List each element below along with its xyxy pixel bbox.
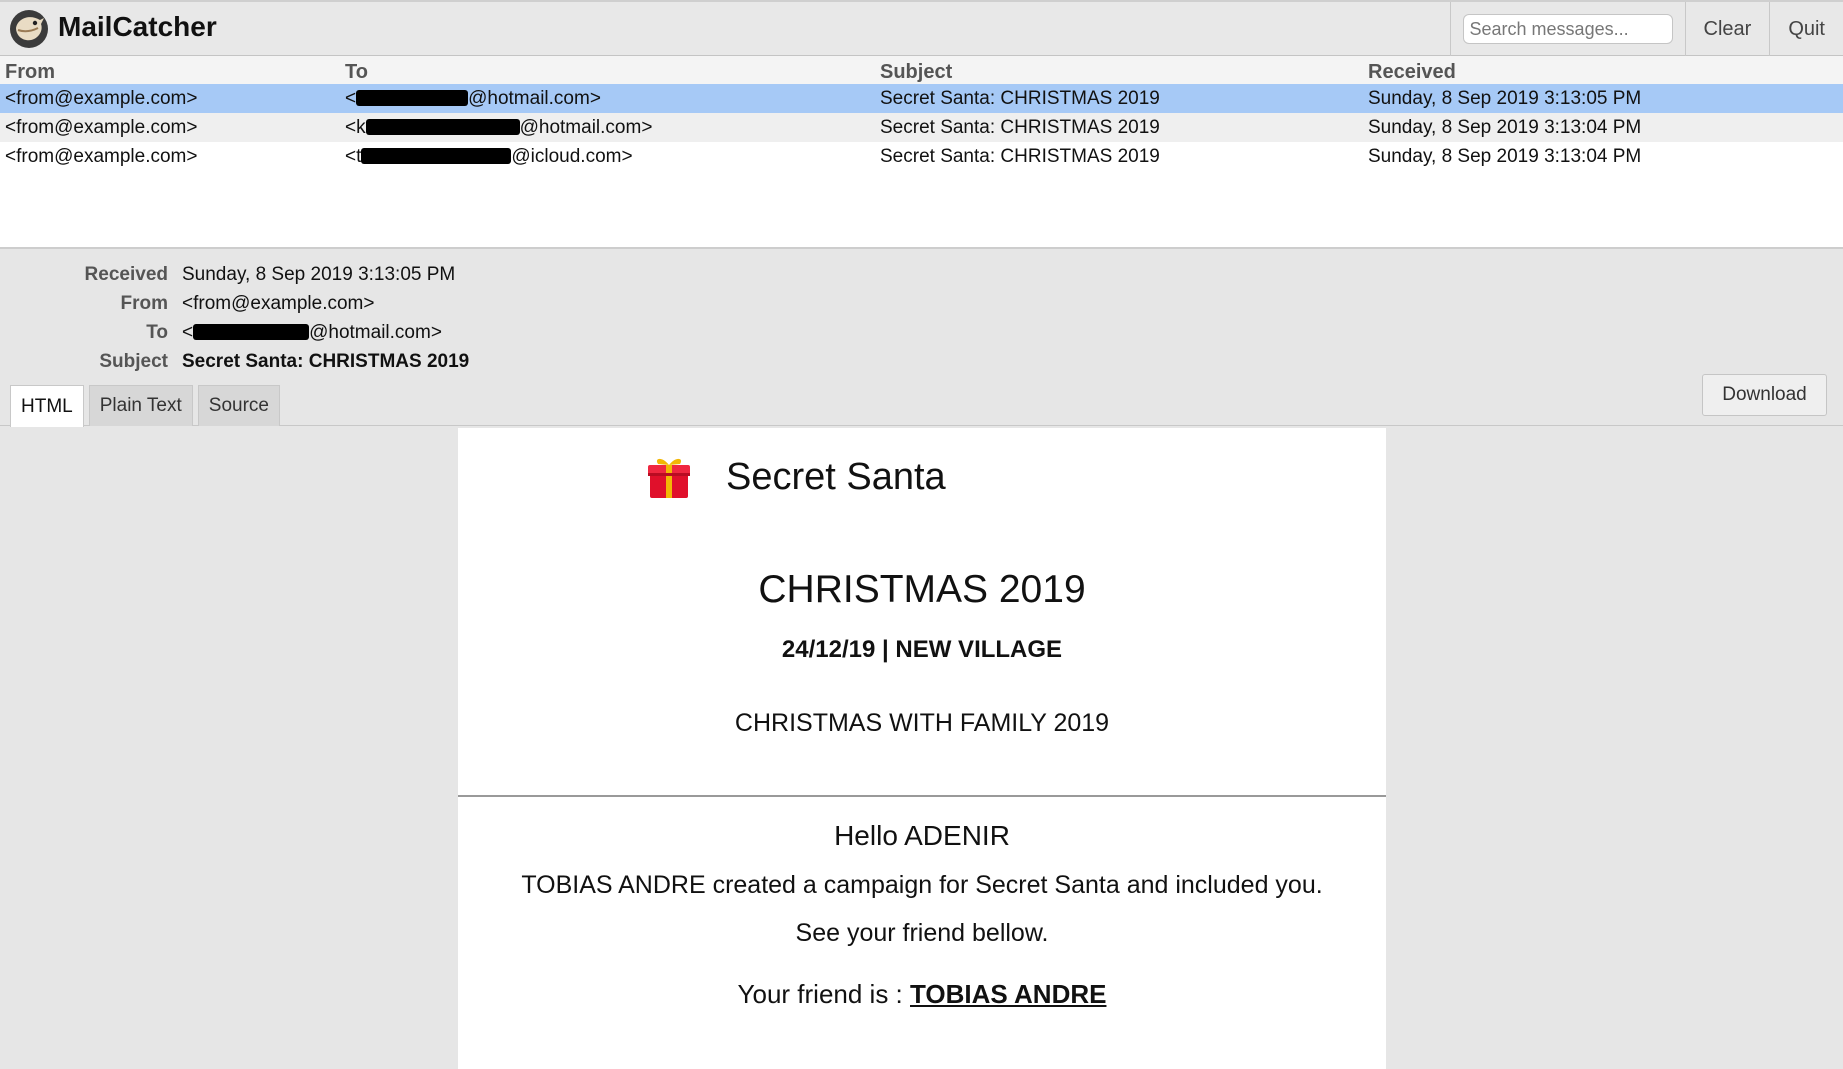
email-brand: Secret Santa <box>646 454 946 500</box>
message-from: <from@example.com> <box>5 146 198 167</box>
email-divider <box>458 795 1386 797</box>
message-to-prefix: <t <box>345 146 362 167</box>
meta-to-label: To <box>146 322 168 343</box>
message-list-header: From To Subject Received <box>0 56 1843 84</box>
column-header-subject[interactable]: Subject <box>880 61 952 84</box>
redaction-mark <box>361 148 512 164</box>
mailcatcher-logo-icon <box>10 10 48 48</box>
format-tabs: HTML Plain Text Source <box>10 385 280 427</box>
email-instruction-text: See your friend bellow. <box>795 919 1049 947</box>
meta-to-domain: @hotmail.com> <box>309 322 442 343</box>
message-to: < @hotmail.com> <box>345 88 601 110</box>
email-friend-line: Your friend is : TOBIAS ANDRE <box>458 979 1386 1010</box>
message-to-domain: @hotmail.com> <box>468 88 601 109</box>
column-header-received[interactable]: Received <box>1368 61 1456 84</box>
message-subject: Secret Santa: CHRISTMAS 2019 <box>880 146 1160 167</box>
redaction-mark <box>193 324 310 340</box>
meta-to-prefix: < <box>182 322 194 343</box>
message-row[interactable]: <from@example.com> <k @hotmail.com> Secre… <box>0 113 1843 142</box>
message-received: Sunday, 8 Sep 2019 3:13:05 PM <box>1368 88 1642 109</box>
tab-plain-text[interactable]: Plain Text <box>88 385 193 426</box>
message-row[interactable]: <from@example.com> < @hotmail.com> Secret… <box>0 84 1843 113</box>
meta-subject-value: Secret Santa: CHRISTMAS 2019 <box>182 351 470 372</box>
meta-from-row: From <from@example.com> <box>0 291 600 320</box>
meta-subject-row: Subject Secret Santa: CHRISTMAS 2019 <box>0 349 600 378</box>
meta-to-row: To < @hotmail.com> <box>0 320 600 349</box>
email-event-name: CHRISTMAS WITH FAMILY 2019 <box>734 709 1110 737</box>
message-to-prefix: < <box>345 88 357 109</box>
friend-name-link[interactable]: TOBIAS ANDRE <box>910 979 1106 1009</box>
column-header-from[interactable]: From <box>5 61 55 84</box>
message-received: Sunday, 8 Sep 2019 3:13:04 PM <box>1368 146 1642 167</box>
message-from: <from@example.com> <box>5 88 198 109</box>
tab-source[interactable]: Source <box>197 385 280 426</box>
email-date-location: 24/12/19 | NEW VILLAGE <box>781 636 1063 663</box>
email-body: Secret Santa CHRISTMAS 2019 24/12/19 | N… <box>458 428 1386 1069</box>
gift-icon <box>648 458 690 498</box>
message-received: Sunday, 8 Sep 2019 3:13:04 PM <box>1368 117 1642 138</box>
download-button[interactable]: Download <box>1702 374 1827 416</box>
message-from: <from@example.com> <box>5 117 198 138</box>
meta-received-label: Received <box>84 264 168 285</box>
redaction-mark <box>365 119 520 135</box>
message-list: From To Subject Received <from@example.c… <box>0 56 1843 249</box>
search-container <box>1449 2 1685 56</box>
meta-to-value: < @hotmail.com> <box>182 322 442 344</box>
friend-prefix: Your friend is : <box>737 979 910 1009</box>
message-to-prefix: <k <box>345 117 366 138</box>
message-to-domain: @icloud.com> <box>511 146 633 167</box>
email-campaign-text: TOBIAS ANDRE created a campaign for Secr… <box>521 871 1323 899</box>
header-actions: Clear Quit <box>1449 2 1843 56</box>
meta-from-label: From <box>120 293 169 314</box>
clear-button[interactable]: Clear <box>1684 2 1770 56</box>
quit-button[interactable]: Quit <box>1769 2 1843 56</box>
message-to: <t @icloud.com> <box>345 146 633 168</box>
message-subject: Secret Santa: CHRISTMAS 2019 <box>880 117 1160 138</box>
email-greeting: Hello ADENIR <box>834 820 1010 851</box>
message-metadata: Received Sunday, 8 Sep 2019 3:13:05 PM F… <box>0 262 600 378</box>
email-title: CHRISTMAS 2019 <box>758 568 1086 611</box>
tab-html[interactable]: HTML <box>10 385 84 427</box>
redaction-mark <box>356 90 469 106</box>
search-input[interactable] <box>1462 14 1673 44</box>
app-header: MailCatcher Clear Quit <box>0 0 1843 56</box>
message-row[interactable]: <from@example.com> <t @icloud.com> Secret… <box>0 142 1843 171</box>
column-header-to[interactable]: To <box>345 61 368 84</box>
meta-from-value: <from@example.com> <box>182 293 375 314</box>
message-to: <k @hotmail.com> <box>345 117 652 139</box>
email-brand-title: Secret Santa <box>726 455 946 498</box>
meta-subject-label: Subject <box>99 351 168 372</box>
meta-received-row: Received Sunday, 8 Sep 2019 3:13:05 PM <box>0 262 600 291</box>
message-subject: Secret Santa: CHRISTMAS 2019 <box>880 88 1160 109</box>
meta-received-value: Sunday, 8 Sep 2019 3:13:05 PM <box>182 264 456 285</box>
app-title: MailCatcher <box>58 11 217 42</box>
message-to-domain: @hotmail.com> <box>519 117 653 138</box>
